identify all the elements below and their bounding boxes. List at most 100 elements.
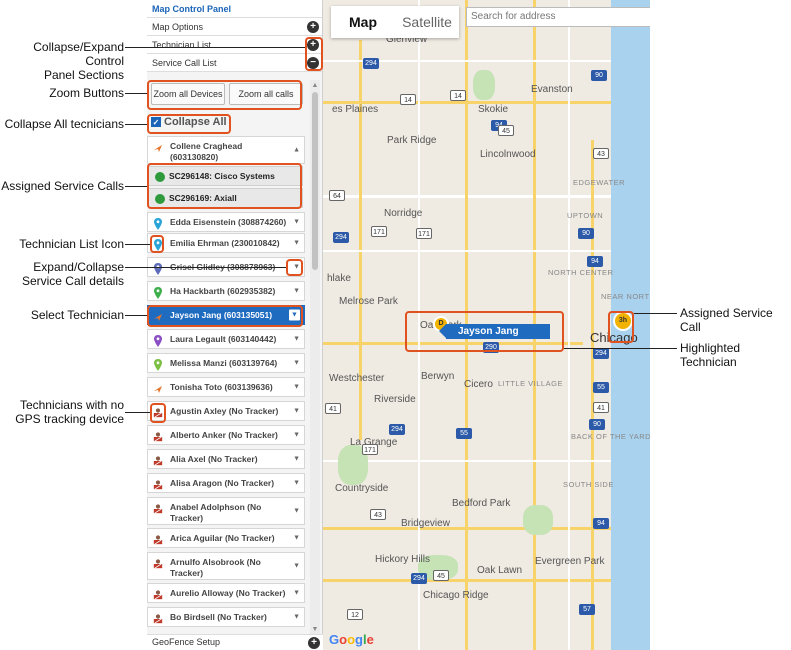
technician-item[interactable]: Alberto Anker (No Tracker) ▼ — [147, 425, 305, 445]
chevron-down-icon[interactable]: ▼ — [293, 286, 300, 297]
leader-line — [125, 267, 286, 268]
technician-item[interactable]: Laura Legault (603140442) ▼ — [147, 329, 305, 349]
callout-zoom: Zoom Buttons — [49, 86, 124, 100]
technician-name: Alia Axel (No Tracker) — [170, 454, 258, 464]
highway-shield: 171 — [371, 226, 387, 237]
expand-icon[interactable]: + — [307, 39, 319, 51]
technician-item[interactable]: Edda Eisenstein (308874260) ▼ — [147, 212, 305, 232]
collapse-all-checkbox[interactable]: ✓ Collapse All — [151, 116, 227, 128]
service-call-icon — [155, 194, 165, 204]
place-label: Chicago Ridge — [423, 590, 489, 601]
technician-item[interactable]: Arnulfo Alsobrook (No Tracker) ▼ — [147, 552, 305, 580]
service-call-icon — [155, 172, 165, 182]
leader-line — [125, 47, 305, 48]
place-label: NEAR NORTH SIDE — [601, 292, 650, 301]
highway-shield: 64 — [329, 190, 345, 201]
chevron-down-icon[interactable]: ▼ — [293, 612, 300, 623]
chevron-down-icon[interactable]: ▼ — [293, 406, 300, 417]
collapse-icon[interactable]: − — [307, 57, 319, 69]
highway-shield: 41 — [325, 403, 341, 414]
scroll-thumb[interactable] — [312, 92, 318, 270]
chevron-down-icon[interactable]: ▼ — [293, 217, 300, 228]
technician-item[interactable]: Emilia Ehrman (230010842) ▼ — [147, 233, 305, 253]
chevron-down-icon[interactable]: ▼ — [293, 358, 300, 369]
place-label: Westchester — [329, 373, 385, 384]
section-service-call-list[interactable]: Service Call List − — [147, 54, 322, 72]
technician-item[interactable]: Jayson Jang (603135051) ▼ — [147, 305, 305, 325]
technician-item[interactable]: Alia Axel (No Tracker) ▼ — [147, 449, 305, 469]
callout-highlighted-tech: Highlighted Technician — [680, 341, 741, 369]
panel-title: Map Control Panel — [147, 0, 322, 18]
technician-item[interactable]: Ha Hackbarth (602935382) ▼ — [147, 281, 305, 301]
chevron-down-icon[interactable]: ▼ — [293, 478, 300, 489]
technician-item[interactable]: Arica Aguilar (No Tracker) ▼ — [147, 528, 305, 548]
chevron-down-icon[interactable]: ▼ — [293, 334, 300, 345]
zoom-all-devices-button[interactable]: Zoom all Devices — [151, 83, 225, 105]
highway-shield: 90 — [578, 228, 594, 239]
highlighted-technician-tag[interactable]: Jayson Jang — [439, 324, 550, 339]
leader-line — [125, 244, 150, 245]
technician-item[interactable]: Alisa Aragon (No Tracker) ▼ — [147, 473, 305, 493]
chevron-down-icon[interactable]: ▼ — [293, 533, 300, 544]
highway-shield: 14 — [400, 94, 416, 105]
technician-name: Collene Craghead (603130820) — [170, 141, 243, 162]
chevron-down-icon[interactable]: ▼ — [293, 561, 300, 572]
highway-shield: 45 — [433, 570, 449, 581]
address-search-input[interactable]: Search for address — [466, 7, 650, 27]
section-label: Service Call List — [152, 57, 217, 68]
place-label: BACK OF THE YARDS — [571, 432, 650, 441]
chevron-up-icon[interactable]: ▲ — [293, 145, 300, 156]
scroll-up-icon[interactable]: ▲ — [311, 82, 319, 89]
chevron-down-icon[interactable]: ▼ — [293, 506, 300, 517]
section-label: Map Options — [152, 21, 204, 32]
chevron-down-icon[interactable]: ▼ — [293, 382, 300, 393]
service-call-item[interactable]: SC296169: Axiall — [148, 188, 303, 208]
chevron-down-icon[interactable]: ▼ — [289, 309, 300, 321]
technician-item[interactable]: Collene Craghead (603130820) ▲ — [147, 136, 305, 164]
chevron-down-icon[interactable]: ▼ — [293, 262, 300, 273]
scrollbar[interactable]: ▲ ▼ — [310, 80, 320, 635]
technician-item[interactable]: Bo Birdsell (No Tracker) ▼ — [147, 607, 305, 627]
chevron-down-icon[interactable]: ▼ — [293, 430, 300, 441]
section-label: Technician List — [152, 39, 212, 50]
callout-tech-icon: Technician List Icon — [19, 237, 124, 251]
map-type-control: Map Satellite — [331, 6, 459, 38]
technician-item[interactable]: Anabel Adolphson (No Tracker) ▼ — [147, 497, 305, 525]
expand-icon[interactable]: + — [308, 637, 320, 649]
park — [473, 70, 495, 100]
leader-line — [564, 348, 677, 349]
highway-shield: 41 — [593, 402, 609, 413]
highway-shield: 45 — [498, 125, 514, 136]
scroll-down-icon[interactable]: ▼ — [311, 626, 319, 633]
technician-item[interactable]: Tonisha Toto (603139636) ▼ — [147, 377, 305, 397]
service-call-pin[interactable]: 3h — [613, 311, 633, 331]
technician-name: Agustin Axley (No Tracker) — [170, 406, 279, 416]
place-label: SOUTH SIDE — [563, 480, 614, 489]
highway-shield: 43 — [593, 148, 609, 159]
geofence-label: GeoFence Setup — [152, 637, 221, 647]
zoom-all-calls-button[interactable]: Zoom all calls — [229, 83, 303, 105]
highway-shield: 55 — [456, 428, 472, 439]
place-label: Countryside — [335, 483, 389, 494]
chevron-down-icon[interactable]: ▼ — [293, 454, 300, 465]
place-label: Hickory Hills — [375, 554, 430, 565]
geofence-setup[interactable]: GeoFence Setup + — [147, 634, 323, 650]
technician-name: Alberto Anker (No Tracker) — [170, 430, 278, 440]
highway-shield: 12 — [347, 609, 363, 620]
technician-item[interactable]: Agustin Axley (No Tracker) ▼ — [147, 401, 305, 421]
section-map-options[interactable]: Map Options + — [147, 18, 322, 36]
chevron-down-icon[interactable]: ▼ — [293, 588, 300, 599]
callout-select-tech: Select Technician — [30, 308, 124, 322]
technician-item[interactable]: Melissa Manzi (603139764) ▼ — [147, 353, 305, 373]
chevron-down-icon[interactable]: ▼ — [293, 238, 300, 249]
highway-shield: 43 — [370, 509, 386, 520]
place-label: Berwyn — [421, 371, 455, 382]
expand-icon[interactable]: + — [307, 21, 319, 33]
section-technician-list[interactable]: Technician List + — [147, 36, 322, 54]
map-button[interactable]: Map — [331, 6, 395, 38]
service-call-item[interactable]: SC296148: Cisco Systems — [148, 166, 303, 186]
technician-name: Laura Legault (603140442) — [170, 334, 277, 344]
map[interactable]: Glenview Evanston Skokie es Plaines Park Rid… — [323, 0, 650, 650]
technician-item[interactable]: Aurelio Alloway (No Tracker) ▼ — [147, 583, 305, 603]
satellite-button[interactable]: Satellite — [395, 6, 459, 38]
